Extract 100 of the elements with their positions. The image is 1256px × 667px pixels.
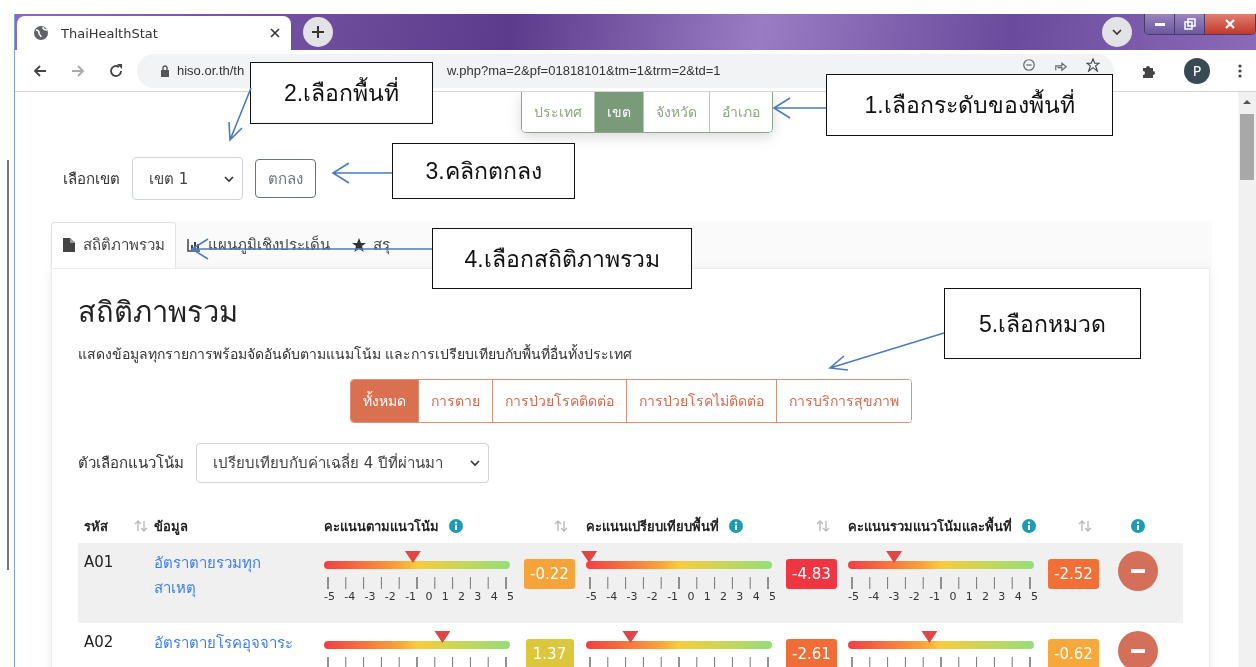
scale-label: 0 (949, 590, 957, 603)
indicator-link[interactable]: อัตราตายรวมทุกสาเหตุ (154, 551, 294, 601)
globe-icon (33, 25, 49, 41)
scale-label: -2 (384, 590, 396, 603)
minimize-button[interactable] (1145, 14, 1175, 34)
scale-label: -1 (405, 590, 417, 603)
remove-button[interactable] (1117, 631, 1158, 667)
document-icon (62, 238, 76, 252)
column-header: คะแนนเปรียบเทียบพื้นที่ (586, 515, 719, 536)
page-tab[interactable]: สถิติภาพรวม (51, 222, 176, 268)
column-header: รหัส (84, 517, 108, 536)
scale-label: -5 (848, 590, 859, 603)
back-icon[interactable] (32, 62, 48, 79)
bar-chart-icon (187, 238, 201, 252)
scale-label: -2 (646, 590, 658, 603)
plus-icon (311, 25, 325, 39)
close-icon[interactable] (269, 27, 281, 39)
scale-label: 2 (982, 590, 990, 603)
column-header: คะแนนรวมแนวโน้มและพื้นที่ (848, 515, 1012, 536)
remove-button[interactable] (1117, 551, 1158, 591)
scale-label: 0 (425, 590, 433, 603)
scale-label: -1 (667, 590, 679, 603)
close-window-button[interactable] (1205, 14, 1255, 34)
minimize-icon (1154, 22, 1165, 26)
callout-label: 5.เลือกหมวด (944, 288, 1141, 359)
lock-icon (159, 64, 171, 77)
level-tab[interactable]: อำเภอ (709, 92, 772, 132)
page-title: สถิติภาพรวม (78, 294, 238, 331)
url-text: w.php?ma=2&pf=01818101&tm=1&trm=2&td=1 (447, 63, 721, 78)
scrollbar-thumb[interactable] (1240, 114, 1254, 180)
scale-label: 3 (736, 590, 744, 603)
ok-button[interactable]: ตกลง (255, 159, 316, 198)
scale-label: -3 (626, 590, 638, 603)
scale-label: 5 (768, 590, 776, 603)
scale-label: 4 (490, 590, 498, 603)
score-value: -0.62 (1048, 639, 1099, 667)
chevron-down-icon (470, 458, 480, 468)
restore-icon (1183, 18, 1196, 30)
score-value: -2.52 (1048, 559, 1099, 589)
level-tab[interactable]: ประเทศ (521, 92, 595, 132)
info-icon[interactable] (729, 519, 743, 533)
zoom-out-icon[interactable] (1022, 57, 1036, 72)
scale-label: 3 (474, 590, 482, 603)
tab-title: ThaiHealthStat (61, 25, 159, 41)
callout-label: 4.เลือกสถิติภาพรวม (432, 228, 692, 289)
scale-label: -2 (908, 590, 920, 603)
level-tab[interactable]: จังหวัด (643, 92, 710, 132)
chevron-down-icon (1111, 26, 1123, 38)
scale-label: 3 (998, 590, 1006, 603)
scrollbar[interactable] (1238, 92, 1256, 667)
forward-icon[interactable] (70, 62, 86, 79)
tab-search-button[interactable] (1102, 17, 1132, 47)
scale-label: -1 (929, 590, 941, 603)
arrow (772, 97, 827, 119)
info-icon[interactable] (449, 519, 463, 533)
score-value: -4.83 (786, 559, 837, 589)
scale-label: 5 (506, 590, 514, 603)
column-header: คะแนนตามแนวโน้ม (324, 517, 439, 536)
new-tab-button[interactable] (303, 17, 333, 47)
field-label: เลือกเขต (63, 168, 120, 190)
close-icon (1224, 18, 1236, 30)
scale-label: 0 (687, 590, 695, 603)
scroll-up-icon[interactable] (1243, 98, 1251, 106)
indicator-link[interactable]: อัตราตายโรคอุจจาระ (154, 631, 294, 656)
callout-label: 1.เลือกระดับของพื้นที่ (826, 74, 1113, 136)
scale-label: 1 (441, 590, 449, 603)
scale-label: -3 (888, 590, 900, 603)
trend-select[interactable]: เปรียบเทียบกับค่าเฉลี่ย 4 ปีที่ผ่านมา (196, 443, 489, 483)
scale-label: -5 (324, 590, 335, 603)
scale-label: 5 (1030, 590, 1038, 603)
table-cell-text: A02 (84, 632, 114, 651)
star-icon (352, 238, 366, 252)
page-subtitle: แสดงข้อมูลทุกรายการพร้อมจัดอันดับตามแนมโน้ม และการเปรียบเทียบกับพื้นที่อื่นทั้งประเทศ (78, 343, 633, 365)
profile-avatar[interactable]: P (1184, 57, 1210, 84)
browser-tab[interactable]: ThaiHealthStat (17, 16, 291, 50)
table-cell-text: A01 (84, 552, 114, 571)
field-label: ตัวเลือกแนวโน้ม (78, 453, 184, 474)
info-icon[interactable] (1022, 519, 1036, 533)
scale-label: -4 (606, 590, 618, 603)
score-value: -0.22 (524, 559, 575, 589)
info-icon[interactable] (1130, 519, 1145, 533)
area-select[interactable]: เขต 1 (132, 157, 243, 200)
scale-label: -4 (868, 590, 880, 603)
scale-label: -5 (586, 590, 597, 603)
reload-icon[interactable] (108, 62, 124, 79)
arrow (228, 87, 252, 142)
star-outline-icon[interactable] (1086, 57, 1100, 72)
scale-label: 1 (965, 590, 973, 603)
category-button[interactable]: ทั้งหมด (350, 380, 419, 422)
chevron-down-icon (224, 173, 234, 184)
scale-label: 2 (458, 590, 466, 603)
url-text: hiso.or.th/th (177, 63, 245, 78)
restore-button[interactable] (1175, 14, 1205, 34)
scale-label: 4 (1014, 590, 1022, 603)
column-header: ข้อมูล (154, 517, 188, 537)
level-tab[interactable]: เขต (594, 92, 644, 132)
scale-label: 2 (720, 590, 728, 603)
scale-label: 4 (752, 590, 760, 603)
arrow (331, 162, 393, 184)
callout-label: 3.คลิกตกลง (392, 143, 575, 199)
